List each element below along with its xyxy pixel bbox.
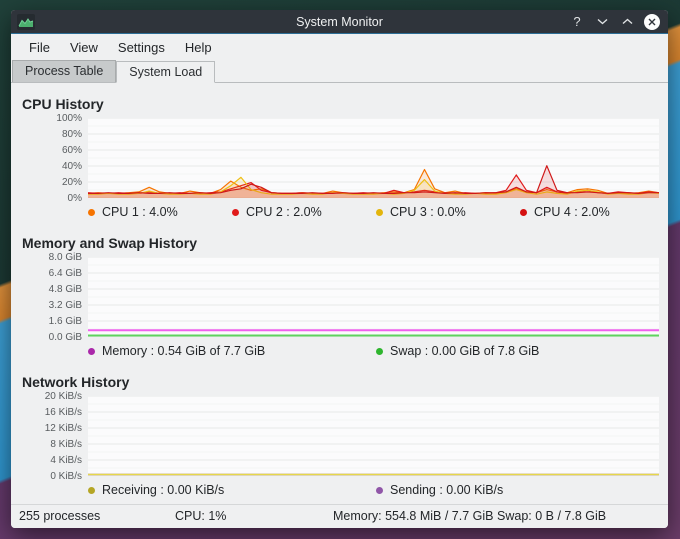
- memory-swap-section: Memory and Swap History 8.0 GiB 6.4 GiB 4.…: [11, 235, 668, 360]
- menu-view[interactable]: View: [60, 36, 108, 59]
- legend-item: CPU 4 : 2.0%: [520, 205, 664, 219]
- status-bar: 255 processes CPU: 1% Memory: 554.8 MiB …: [11, 504, 668, 528]
- close-button[interactable]: [644, 14, 660, 30]
- legend-item: CPU 1 : 4.0%: [88, 205, 232, 219]
- legend-dot-icon: [232, 209, 239, 216]
- legend-dot-icon: [88, 348, 95, 355]
- close-icon: [648, 18, 656, 26]
- chevron-down-icon: [597, 18, 608, 25]
- memory-legend: Memory : 0.54 GiB of 7.7 GiB Swap : 0.00 …: [88, 342, 668, 360]
- system-monitor-window: System Monitor ? File View Settings Help…: [11, 10, 668, 528]
- legend-dot-icon: [376, 348, 383, 355]
- chart-canvas: [88, 118, 659, 198]
- axis-tick-label: 60%: [62, 145, 82, 156]
- axis-tick-label: 4 KiB/s: [50, 455, 82, 466]
- legend-dot-icon: [376, 487, 383, 494]
- maximize-button[interactable]: [619, 14, 635, 30]
- legend-label: Sending : 0.00 KiB/s: [390, 483, 503, 497]
- minimize-button[interactable]: [594, 14, 610, 30]
- legend-dot-icon: [376, 209, 383, 216]
- axis-tick-label: 6.4 GiB: [49, 268, 82, 279]
- network-history-chart: [88, 396, 659, 476]
- axis-tick-label: 3.2 GiB: [49, 300, 82, 311]
- legend-item: CPU 3 : 0.0%: [376, 205, 520, 219]
- chart-canvas: [88, 396, 659, 476]
- legend-dot-icon: [520, 209, 527, 216]
- cpu-history-section: CPU History 100% 80% 60% 40% 20% 0% CPU 1 : 4…: [11, 96, 668, 221]
- cpu-legend: CPU 1 : 4.0% CPU 2 : 2.0% CPU 3 : 0.0% CPU …: [88, 203, 668, 221]
- legend-item: Receiving : 0.00 KiB/s: [88, 483, 376, 497]
- status-swap: Swap: 0 B / 7.8 GiB: [497, 509, 606, 523]
- legend-label: CPU 3 : 0.0%: [390, 205, 466, 219]
- legend-dot-icon: [88, 209, 95, 216]
- cpu-y-axis: 100%80%60%40%20%0%: [11, 118, 88, 198]
- desktop-background: { "window": { "title": "System Monitor",…: [0, 0, 680, 539]
- memory-swap-chart: [88, 257, 659, 337]
- axis-tick-label: 100%: [56, 113, 82, 124]
- tab-system-load[interactable]: System Load: [116, 61, 215, 83]
- axis-tick-label: 20%: [62, 177, 82, 188]
- network-y-axis: 20 KiB/s16 KiB/s12 KiB/s8 KiB/s4 KiB/s0 …: [11, 396, 88, 476]
- axis-tick-label: 0 KiB/s: [50, 471, 82, 482]
- memory-swap-title: Memory and Swap History: [22, 235, 668, 251]
- tab-bar: Process Table System Load: [11, 60, 668, 83]
- series-line: [88, 166, 659, 194]
- status-cpu: CPU: 1%: [175, 509, 226, 523]
- menu-settings[interactable]: Settings: [108, 36, 175, 59]
- system-load-page: CPU History 100% 80% 60% 40% 20% 0% CPU 1 : 4…: [11, 83, 668, 504]
- legend-label: Memory : 0.54 GiB of 7.7 GiB: [102, 344, 265, 358]
- axis-tick-label: 20 KiB/s: [45, 391, 82, 402]
- menu-file[interactable]: File: [19, 36, 60, 59]
- cpu-history-chart: [88, 118, 659, 198]
- legend-item: CPU 2 : 2.0%: [232, 205, 376, 219]
- network-legend: Receiving : 0.00 KiB/s Sending : 0.00 KiB…: [88, 481, 668, 499]
- axis-tick-label: 8 KiB/s: [50, 439, 82, 450]
- legend-item: Swap : 0.00 GiB of 7.8 GiB: [376, 344, 664, 358]
- axis-tick-label: 0%: [68, 193, 82, 204]
- legend-label: CPU 2 : 2.0%: [246, 205, 322, 219]
- axis-tick-label: 8.0 GiB: [49, 252, 82, 263]
- legend-dot-icon: [88, 487, 95, 494]
- status-memory: Memory: 554.8 MiB / 7.7 GiB: [333, 509, 493, 523]
- legend-label: CPU 1 : 4.0%: [102, 205, 178, 219]
- network-history-section: Network History 20 KiB/s 16 KiB/s 12 KiB/s…: [11, 374, 668, 499]
- axis-tick-label: 80%: [62, 129, 82, 140]
- axis-tick-label: 16 KiB/s: [45, 407, 82, 418]
- chart-canvas: [88, 257, 659, 337]
- menu-bar: File View Settings Help: [11, 34, 668, 60]
- legend-label: Receiving : 0.00 KiB/s: [102, 483, 224, 497]
- titlebar[interactable]: System Monitor ?: [11, 10, 668, 34]
- axis-tick-label: 12 KiB/s: [45, 423, 82, 434]
- axis-tick-label: 40%: [62, 161, 82, 172]
- axis-tick-label: 4.8 GiB: [49, 284, 82, 295]
- legend-label: CPU 4 : 2.0%: [534, 205, 610, 219]
- axis-tick-label: 1.6 GiB: [49, 316, 82, 327]
- help-button[interactable]: ?: [569, 14, 585, 30]
- cpu-history-title: CPU History: [22, 96, 668, 112]
- memory-y-axis: 8.0 GiB6.4 GiB4.8 GiB3.2 GiB1.6 GiB0.0 G…: [11, 257, 88, 337]
- network-history-title: Network History: [22, 374, 668, 390]
- axis-tick-label: 0.0 GiB: [49, 332, 82, 343]
- legend-label: Swap : 0.00 GiB of 7.8 GiB: [390, 344, 539, 358]
- legend-item: Sending : 0.00 KiB/s: [376, 483, 664, 497]
- menu-help[interactable]: Help: [175, 36, 222, 59]
- tab-process-table[interactable]: Process Table: [12, 60, 116, 82]
- legend-item: Memory : 0.54 GiB of 7.7 GiB: [88, 344, 376, 358]
- status-processes: 255 processes: [19, 509, 100, 523]
- chevron-up-icon: [622, 18, 633, 25]
